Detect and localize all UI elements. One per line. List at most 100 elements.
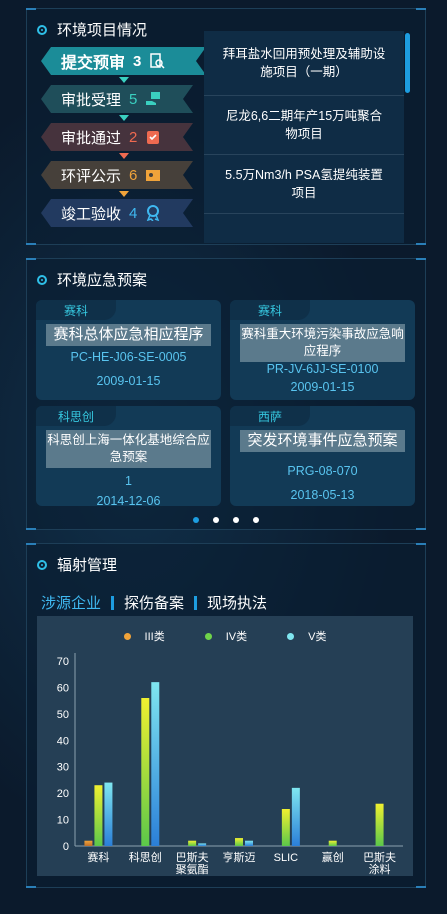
plan-name: 赛科重大环境污染事故应急响应程序 <box>240 324 405 362</box>
company-tag: 赛科 <box>230 300 310 320</box>
step-approval-accepted[interactable]: 审批受理 5 <box>41 85 193 121</box>
y-tick-label: 60 <box>57 682 69 694</box>
plan-name: 科思创上海一体化基地综合应急预案 <box>46 430 211 468</box>
step-count: 2 <box>129 128 138 146</box>
x-tick-label: 科思创 <box>129 850 162 864</box>
plan-date: 2009-01-15 <box>290 380 355 394</box>
tab-field-enforcement[interactable]: 现场执法 <box>207 592 267 613</box>
step-content: 审批受理 5 <box>41 89 161 110</box>
bar <box>151 682 160 846</box>
step-label: 审批通过 <box>61 129 122 147</box>
carousel-dots <box>27 517 425 523</box>
bar <box>375 803 384 846</box>
emergency-plan-card[interactable]: 科思创科思创上海一体化基地综合应急预案 1 2014-12-06 <box>36 406 221 508</box>
bar <box>188 840 197 846</box>
tab-source-companies[interactable]: 涉源企业 <box>41 592 101 613</box>
step-submit-prereview[interactable]: 提交预审 3 <box>41 47 206 83</box>
step-completion-acceptance[interactable]: 竣工验收 4 <box>41 199 193 227</box>
project-item[interactable]: 尼龙6,6二期年产15万吨聚合物项目 <box>204 96 404 155</box>
bar <box>94 785 103 846</box>
step-count: 3 <box>133 52 142 70</box>
plan-code: 1 <box>125 474 132 488</box>
step-content: 环评公示 6 <box>41 165 161 186</box>
step-arrow-icon <box>119 77 129 83</box>
y-tick-label: 70 <box>57 656 69 668</box>
plan-name: 赛科总体应急相应程序 <box>46 324 211 346</box>
step-content: 审批通过 2 <box>41 127 161 148</box>
step-count: 5 <box>129 90 138 108</box>
env-projects-title: 环境项目情况 <box>57 22 148 39</box>
carousel-dot[interactable] <box>213 517 219 523</box>
radiation-title: 辐射管理 <box>57 557 118 574</box>
x-tick-label: 聚氨酯 <box>176 863 209 876</box>
y-tick-label: 20 <box>57 788 69 800</box>
env-projects-panel: 环境项目情况 提交预审 3 审批受理 5 审批通过 2 环评公示 6 竣工验收 4 拜耳盐水回用预… <box>26 8 426 245</box>
title-dot-icon <box>37 559 47 570</box>
plan-date: 2009-01-15 <box>96 374 161 388</box>
step-arrow-icon <box>119 115 129 121</box>
step-count: 6 <box>129 166 138 184</box>
step-arrow-icon <box>119 191 129 197</box>
x-tick-label: SLIC <box>274 852 299 864</box>
bar <box>281 809 290 846</box>
map-book-icon <box>145 167 161 183</box>
step-eia-publicity[interactable]: 环评公示 6 <box>41 161 193 197</box>
x-tick-label: 涂料 <box>369 862 391 876</box>
x-tick-label: 巴斯夫 <box>363 851 396 864</box>
hand-card-icon <box>145 91 161 107</box>
y-tick-label: 40 <box>57 735 69 747</box>
award-badge-icon <box>145 205 161 221</box>
company-tag: 西萨 <box>230 406 310 426</box>
x-tick-label: 赢创 <box>322 850 344 864</box>
panel-title: 环境项目情况 <box>37 19 147 40</box>
radiation-chart: III类 IV类 V类 0 10 20 30 40 50 60 70 赛科 科思创 巴斯夫 聚氨酯 亨斯迈 S… <box>37 616 413 876</box>
bar <box>245 840 253 846</box>
bar <box>104 782 113 846</box>
project-item[interactable]: 拜耳盐水回用预处理及辅助设施项目（一期） <box>204 31 404 96</box>
company-tag: 科思创 <box>36 406 116 426</box>
carousel-dot[interactable] <box>253 517 259 523</box>
step-arrow-icon <box>119 153 129 159</box>
x-tick-label: 巴斯夫 <box>176 851 209 864</box>
carousel-dot[interactable] <box>233 517 239 523</box>
plan-date: 2018-05-13 <box>290 488 355 502</box>
project-item[interactable]: 5.5万Nm3/h PSA氢提纯装置项目 <box>204 155 404 214</box>
panel-title: 环境应急预案 <box>37 269 147 290</box>
step-label: 审批受理 <box>61 91 122 109</box>
emergency-panel: 环境应急预案 赛科 赛科总体应急相应程序 PC-HE-J06-SE-0005 2009… <box>26 258 426 530</box>
document-search-icon <box>149 53 165 69</box>
tab-flaw-detection[interactable]: 探伤备案 <box>124 592 184 613</box>
emergency-title: 环境应急预案 <box>57 272 148 289</box>
bar <box>198 843 207 846</box>
plan-code: PC-HE-J06-SE-0005 <box>70 350 187 364</box>
bar-chart-svg: 0 10 20 30 40 50 60 70 赛科 科思创 巴斯夫聚氨酯 亨斯迈 SLIC 赢创 巴斯夫涂料 <box>57 653 403 876</box>
bar <box>84 840 93 846</box>
project-list[interactable]: 拜耳盐水回用预处理及辅助设施项目（一期） 尼龙6,6二期年产15万吨聚合物项目 5.… <box>204 31 410 243</box>
step-content: 竣工验收 4 <box>41 203 161 224</box>
tab-separator <box>111 595 115 610</box>
tab-separator <box>194 595 198 610</box>
project-steps: 提交预审 3 审批受理 5 审批通过 2 环评公示 6 竣工验收 4 <box>41 47 206 237</box>
scrollbar[interactable] <box>405 33 410 93</box>
emergency-plan-card[interactable]: 赛科 赛科重大环境污染事故应急响应程序 PR-JV-6JJ-SE-0100 2009-… <box>230 300 415 400</box>
panel-title: 辐射管理 <box>37 554 117 575</box>
x-tick-label: 亨斯迈 <box>223 850 256 864</box>
radiation-panel: 辐射管理 涉源企业 探伤备案 现场执法 III类 IV类 V类 0 10 20 30 40 5… <box>26 543 426 888</box>
step-label: 提交预审 <box>61 55 126 72</box>
carousel-dot[interactable] <box>193 517 199 523</box>
emergency-plan-card[interactable]: 西萨 突发环境事件应急预案 PRG-08-070 2018-05-13 <box>230 406 415 506</box>
y-tick-label: 50 <box>57 709 69 721</box>
plan-name: 突发环境事件应急预案 <box>240 430 405 452</box>
bar <box>235 838 243 846</box>
y-tick-label: 0 <box>63 841 69 853</box>
company-tag: 赛科 <box>36 300 116 320</box>
x-tick-label: 赛科 <box>87 850 109 864</box>
step-approval-passed[interactable]: 审批通过 2 <box>41 123 193 159</box>
title-dot-icon <box>37 24 47 35</box>
bar <box>141 698 150 846</box>
emergency-plan-card[interactable]: 赛科赛科总体应急相应程序 PC-HE-J06-SE-0005 2009-01-15 <box>36 300 221 400</box>
plan-date: 2014-12-06 <box>96 494 161 508</box>
step-content: 提交预审 3 <box>41 49 165 73</box>
radiation-tabs: 涉源企业 探伤备案 现场执法 <box>41 592 267 613</box>
step-label: 环评公示 <box>61 167 122 185</box>
